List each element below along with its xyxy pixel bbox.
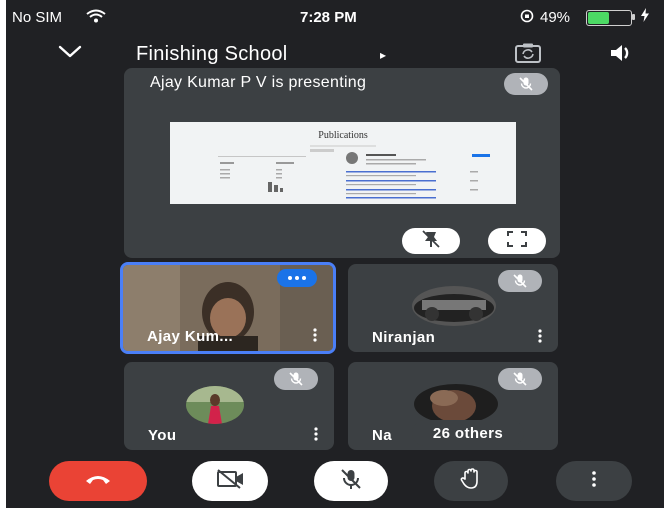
more-vertical-icon[interactable] <box>309 327 321 343</box>
unpin-button[interactable] <box>402 228 460 254</box>
mic-toggle-button[interactable] <box>314 461 388 501</box>
end-call-button[interactable] <box>49 461 147 501</box>
battery-percent: 49% <box>540 9 571 26</box>
clock-time: 7:28 PM <box>300 9 357 26</box>
avatar <box>412 286 496 326</box>
raise-hand-icon <box>459 467 483 496</box>
fullscreen-button[interactable] <box>488 228 546 254</box>
mic-off-icon <box>498 368 542 390</box>
participant-name: Niranjan <box>372 329 436 346</box>
participant-name: Na <box>372 427 392 444</box>
battery-tip <box>632 14 635 20</box>
participant-name: You <box>148 427 177 444</box>
others-count-label[interactable]: 26 others <box>412 420 524 446</box>
presentation-panel: Ajay Kumar P V is presenting Publication… <box>124 68 560 258</box>
more-options-button[interactable] <box>556 461 632 501</box>
wifi-icon <box>86 9 106 27</box>
mic-off-icon <box>339 467 363 496</box>
raise-hand-button[interactable] <box>434 461 508 501</box>
speaker-icon[interactable] <box>606 40 636 66</box>
presenting-label: Ajay Kumar P V is presenting <box>150 74 367 91</box>
battery-fill <box>588 12 609 24</box>
participant-name: Ajay Kum... <box>147 328 234 345</box>
more-vertical-icon[interactable] <box>310 426 322 442</box>
participant-tile-others[interactable]: Na 26 others <box>348 362 558 450</box>
status-bar: No SIM 7:28 PM 49% <box>6 0 664 30</box>
more-vertical-icon <box>592 470 596 492</box>
avatar <box>414 384 498 424</box>
meeting-details-arrow-icon[interactable]: ▸ <box>380 48 386 62</box>
mic-off-icon <box>504 73 548 95</box>
more-vertical-icon[interactable] <box>534 328 546 344</box>
meet-screen: No SIM 7:28 PM 49% Finishing School ▸ Aj… <box>6 0 664 508</box>
shared-document-thumbnail <box>218 145 490 199</box>
mic-off-icon <box>498 270 542 292</box>
camera-off-icon <box>215 468 245 495</box>
chevron-down-icon[interactable] <box>58 40 82 64</box>
charging-icon <box>640 8 650 25</box>
avatar <box>186 386 244 424</box>
battery-icon <box>586 10 632 26</box>
end-call-icon <box>84 472 112 490</box>
participant-tile-niranjan[interactable]: Niranjan <box>348 264 558 352</box>
unpin-icon <box>420 229 442 253</box>
participant-tile-you[interactable]: You <box>124 362 334 450</box>
rotation-lock-icon <box>520 9 534 27</box>
fullscreen-icon <box>506 230 528 253</box>
mic-off-icon <box>274 368 318 390</box>
more-horizontal-icon[interactable] <box>277 269 317 287</box>
participant-tile-self-video[interactable]: Ajay Kum... <box>120 262 336 354</box>
camera-switch-icon[interactable] <box>514 42 542 64</box>
meeting-title[interactable]: Finishing School <box>136 43 288 66</box>
camera-toggle-button[interactable] <box>192 461 268 501</box>
shared-screen-content: Publications <box>170 122 516 204</box>
carrier-label: No SIM <box>12 9 63 26</box>
